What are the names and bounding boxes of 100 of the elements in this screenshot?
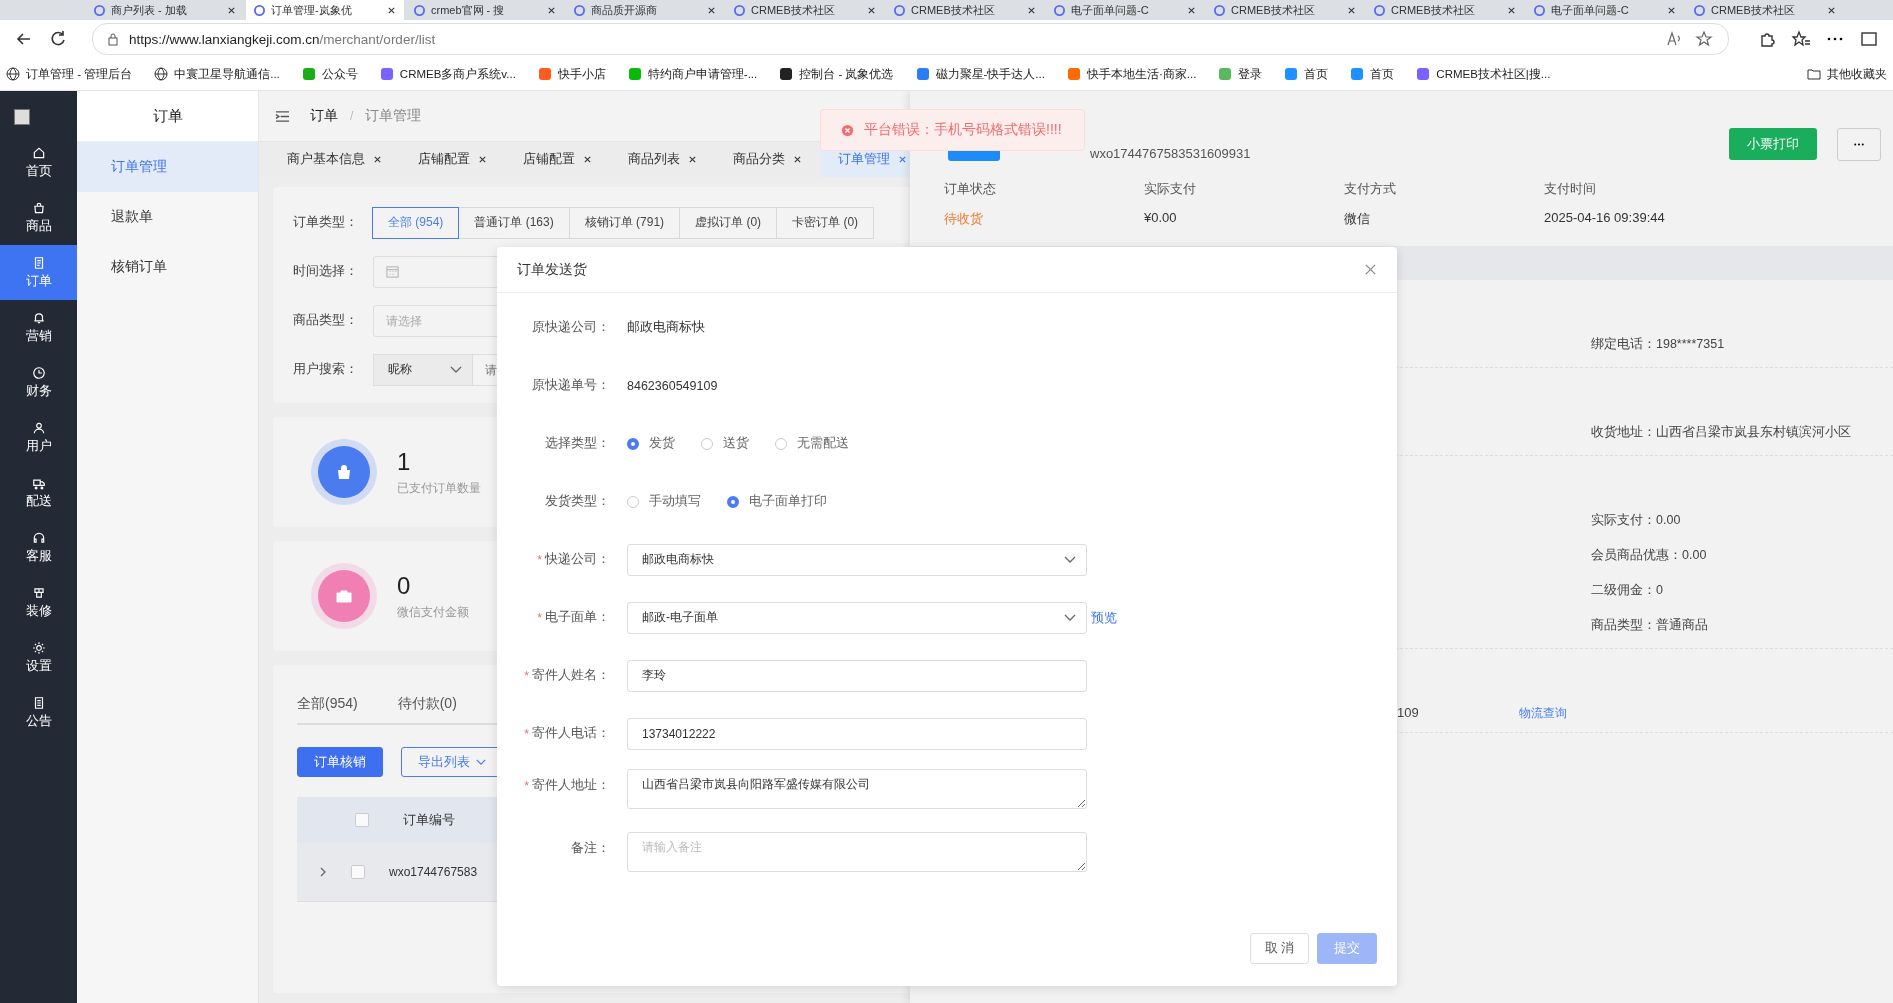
close-icon[interactable] [1827, 5, 1836, 15]
radio-button[interactable] [727, 495, 739, 508]
menu-item[interactable]: 退款单 [77, 192, 258, 242]
close-icon[interactable] [688, 155, 697, 164]
page-tab[interactable]: 店铺配置 [400, 142, 505, 177]
browser-tab[interactable]: crmeb官网 - 搜 [406, 0, 564, 20]
bookmark[interactable]: 订单管理 - 管理后台 [6, 66, 133, 82]
bookmark[interactable]: 快手本地生活·商家... [1066, 66, 1197, 82]
close-icon[interactable] [1667, 5, 1676, 15]
checkbox[interactable] [351, 865, 365, 879]
filter-button[interactable]: 虚拟订单 (0) [679, 206, 778, 239]
textarea-field[interactable]: 山西省吕梁市岚县向阳路军盛传媒有限公司 [627, 769, 1087, 809]
nav-item[interactable]: 订单 [0, 245, 77, 300]
radio-option[interactable]: 无需配送 [775, 435, 849, 452]
list-tab[interactable]: 待付款(0) [397, 695, 457, 713]
detail-item: 实际支付：0.00 [1591, 512, 1682, 529]
site-icon [779, 67, 794, 81]
expand-icon[interactable] [319, 866, 327, 878]
nav-item[interactable]: 首页 [0, 135, 77, 190]
close-icon[interactable] [227, 5, 236, 15]
table-cell: wxo1744767583 [389, 865, 478, 879]
browser-tab[interactable]: CRMEB技术社区 [1686, 0, 1844, 20]
bookmark[interactable]: 特约商户申请管理-... [627, 66, 758, 82]
browser-tab[interactable]: 商品质开源商 [566, 0, 724, 20]
close-icon[interactable] [373, 155, 382, 164]
star-icon[interactable] [1694, 29, 1714, 49]
close-icon[interactable] [547, 5, 556, 15]
bookmark[interactable]: 公众号 [301, 66, 358, 82]
browser-tab[interactable]: CRMEB技术社区 [1206, 0, 1364, 20]
page-tab[interactable]: 商品列表 [610, 142, 715, 177]
bookmark[interactable]: 磁力聚星-快手达人... [915, 66, 1045, 82]
address-field[interactable]: https://www.lanxiangkeji.com.cn/merchant/order/list [92, 23, 1729, 55]
close-icon[interactable] [583, 155, 592, 164]
close-icon[interactable] [707, 5, 716, 15]
bookmark[interactable]: 首页 [1284, 66, 1329, 82]
close-icon[interactable] [1347, 5, 1356, 15]
nav-item[interactable]: 公告 [0, 685, 77, 740]
bookmark[interactable]: 登录 [1218, 66, 1263, 82]
page-tab[interactable]: 商品分类 [715, 142, 820, 177]
breadcrumb-item[interactable]: 订单 [310, 107, 338, 125]
menu-icon[interactable] [275, 109, 290, 123]
radio-button[interactable] [627, 437, 639, 450]
browser-tab[interactable]: CRMEB技术社区 [886, 0, 1044, 20]
field-label: 发货类型： [545, 493, 610, 510]
menu-item[interactable]: 订单管理 [77, 142, 258, 192]
page-tab[interactable]: 商户基本信息 [269, 142, 400, 177]
radio-option[interactable]: 手动填写 [627, 493, 701, 510]
browser-tab[interactable]: 商户列表 - 加载 [86, 0, 244, 20]
nav-item[interactable]: 财务 [0, 355, 77, 410]
input-field[interactable]: 13734012222 [627, 717, 1087, 750]
bookmark[interactable]: CRMEB多商户系统v... [379, 66, 516, 82]
browser-tab[interactable]: CRMEB技术社区 [726, 0, 884, 20]
nav-item[interactable]: 设置 [0, 630, 77, 685]
radio-option[interactable]: 发货 [627, 435, 675, 452]
select-field[interactable]: 邮政-电子面单 [627, 601, 1087, 634]
nav-item[interactable]: 用户 [0, 410, 77, 465]
browser-tab[interactable]: CRMEB技术社区 [1366, 0, 1524, 20]
close-icon[interactable] [387, 5, 396, 15]
select-field[interactable]: 昵称 [373, 353, 473, 386]
preview-link[interactable]: 预览 [1091, 608, 1117, 627]
filter-button[interactable]: 普通订单 (163) [458, 206, 570, 239]
radio-option[interactable]: 送货 [701, 435, 749, 452]
headset-icon [31, 530, 46, 545]
page-tab[interactable]: 店铺配置 [505, 142, 610, 177]
close-icon[interactable] [793, 155, 802, 164]
nav-item[interactable]: 客服 [0, 520, 77, 575]
menu-item[interactable]: 核销订单 [77, 242, 258, 292]
list-tab[interactable]: 全部(954) [297, 695, 358, 713]
verify-button[interactable]: 订单核销 [297, 747, 383, 777]
radio-option[interactable]: 电子面单打印 [727, 493, 827, 510]
filter-button[interactable]: 卡密订单 (0) [776, 206, 875, 239]
bookmark[interactable]: CRMEB技术社区|搜... [1416, 66, 1551, 82]
tracking-link[interactable]: 物流查询 [1518, 705, 1567, 722]
site-icon [894, 4, 905, 16]
sidebar-icon[interactable] [1859, 29, 1879, 49]
filter-button[interactable]: 全部 (954) [372, 206, 460, 239]
bookmark[interactable]: 首页 [1350, 66, 1395, 82]
browser-tab[interactable]: 电子面单问题-C [1046, 0, 1204, 20]
filter-button[interactable]: 核销订单 (791) [568, 206, 681, 239]
nav-item[interactable]: 商品 [0, 190, 77, 245]
close-icon[interactable] [1507, 5, 1516, 15]
favorites-icon[interactable] [1791, 29, 1811, 49]
bookmark[interactable]: 控制台 - 岚象优选 [779, 66, 894, 82]
close-icon[interactable] [1027, 5, 1036, 15]
input-field[interactable]: 李玲 [627, 659, 1087, 692]
textarea-field[interactable]: 请输入备注 [627, 832, 1087, 872]
bookmark[interactable]: 中寰卫星导航通信... [154, 66, 280, 82]
nav-item[interactable]: 配送 [0, 465, 77, 520]
close-icon[interactable] [478, 155, 487, 164]
close-icon[interactable] [867, 5, 876, 15]
bookmark-folder[interactable]: 其他收藏夹 [1807, 66, 1887, 82]
browser-tab[interactable]: 订单管理-岚象优 [246, 0, 404, 20]
nav-item[interactable]: 营销 [0, 300, 77, 355]
bookmark[interactable]: 快手小店 [537, 66, 606, 82]
browser-tab[interactable]: 电子面单问题-C [1526, 0, 1684, 20]
select-field[interactable]: 邮政电商标快 [627, 543, 1087, 576]
cancel-button[interactable]: 取 消 [1249, 933, 1309, 964]
close-icon[interactable] [1187, 5, 1196, 15]
nav-item[interactable]: 装修 [0, 575, 77, 630]
checkbox[interactable] [355, 813, 369, 827]
